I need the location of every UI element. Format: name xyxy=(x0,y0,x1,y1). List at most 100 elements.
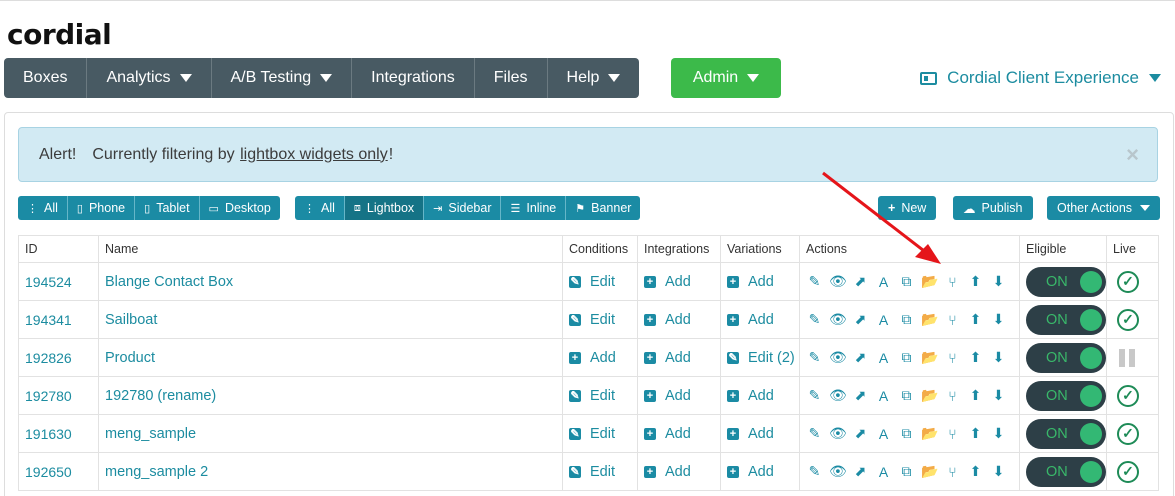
nav-help[interactable]: Help xyxy=(548,58,640,98)
row-conditions[interactable]: ✎ Edit xyxy=(562,262,638,301)
folder-icon[interactable]: 📂 xyxy=(921,425,938,442)
edit-icon[interactable]: ✎ xyxy=(806,273,823,290)
copy-icon[interactable]: ⧉ xyxy=(898,463,915,480)
type-filter-banner[interactable]: ⚑ Banner xyxy=(566,196,641,220)
branch-icon[interactable]: ⑂ xyxy=(944,312,961,328)
nav-integrations[interactable]: Integrations xyxy=(352,58,475,98)
arrow-up-icon[interactable]: ⬆ xyxy=(967,273,984,290)
publish-button[interactable]: ☁ Publish xyxy=(953,196,1033,220)
copy-icon[interactable]: ⧉ xyxy=(898,425,915,442)
font-icon[interactable]: A xyxy=(875,388,892,404)
eye-icon[interactable]: 👁 xyxy=(829,311,847,328)
device-filter-tablet[interactable]: ▯ Tablet xyxy=(135,196,200,220)
branch-icon[interactable]: ⑂ xyxy=(944,388,961,404)
eye-icon[interactable]: 👁 xyxy=(829,387,847,404)
row-variations[interactable]: ✎ Edit (2) xyxy=(720,338,800,377)
external-link-icon[interactable]: ⬈ xyxy=(852,311,869,328)
font-icon[interactable]: A xyxy=(875,426,892,442)
row-variations[interactable]: + Add xyxy=(720,300,800,339)
font-icon[interactable]: A xyxy=(875,350,892,366)
row-id[interactable]: 194341 xyxy=(18,300,99,339)
arrow-up-icon[interactable]: ⬆ xyxy=(967,349,984,366)
folder-icon[interactable]: 📂 xyxy=(921,387,938,404)
edit-icon[interactable]: ✎ xyxy=(806,425,823,442)
row-integrations[interactable]: + Add xyxy=(637,300,721,339)
eligible-toggle[interactable]: ON xyxy=(1026,380,1106,411)
row-name[interactable]: meng_sample 2 xyxy=(98,452,563,491)
row-name[interactable]: Sailboat xyxy=(98,300,563,339)
arrow-down-icon[interactable]: ⬇ xyxy=(990,387,1007,404)
row-variations[interactable]: + Add xyxy=(720,414,800,453)
row-name[interactable]: 192780 (rename) xyxy=(98,376,563,415)
admin-button[interactable]: Admin xyxy=(671,58,781,98)
folder-icon[interactable]: 📂 xyxy=(921,349,938,366)
row-conditions[interactable]: ✎ Edit xyxy=(562,376,638,415)
eye-icon[interactable]: 👁 xyxy=(829,349,847,366)
nav-ab-testing[interactable]: A/B Testing xyxy=(212,58,353,98)
row-variations[interactable]: + Add xyxy=(720,452,800,491)
branch-icon[interactable]: ⑂ xyxy=(944,350,961,366)
row-variations[interactable]: + Add xyxy=(720,376,800,415)
arrow-down-icon[interactable]: ⬇ xyxy=(990,311,1007,328)
row-conditions[interactable]: ✎ Edit xyxy=(562,452,638,491)
close-icon[interactable]: × xyxy=(1126,142,1139,168)
row-name[interactable]: Blange Contact Box xyxy=(98,262,563,301)
row-conditions[interactable]: ✎ Edit xyxy=(562,300,638,339)
row-id[interactable]: 194524 xyxy=(18,262,99,301)
external-link-icon[interactable]: ⬈ xyxy=(852,273,869,290)
eligible-toggle[interactable]: ON xyxy=(1026,418,1106,449)
type-filter-sidebar[interactable]: ⇥ Sidebar xyxy=(424,196,502,220)
branch-icon[interactable]: ⑂ xyxy=(944,464,961,480)
row-name[interactable]: Product xyxy=(98,338,563,377)
device-filter-all[interactable]: ⋮ All xyxy=(18,196,68,220)
folder-icon[interactable]: 📂 xyxy=(921,273,938,290)
eligible-toggle[interactable]: ON xyxy=(1026,456,1106,487)
external-link-icon[interactable]: ⬈ xyxy=(852,463,869,480)
other-actions-button[interactable]: Other Actions xyxy=(1047,196,1161,220)
lightbox-filter-link[interactable]: lightbox widgets only xyxy=(240,146,388,164)
eye-icon[interactable]: 👁 xyxy=(829,273,847,290)
row-variations[interactable]: + Add xyxy=(720,262,800,301)
arrow-up-icon[interactable]: ⬆ xyxy=(967,463,984,480)
folder-icon[interactable]: 📂 xyxy=(921,311,938,328)
row-integrations[interactable]: + Add xyxy=(637,452,721,491)
row-id[interactable]: 191630 xyxy=(18,414,99,453)
row-integrations[interactable]: + Add xyxy=(637,414,721,453)
edit-icon[interactable]: ✎ xyxy=(806,311,823,328)
nav-analytics[interactable]: Analytics xyxy=(87,58,212,98)
row-conditions[interactable]: + Add xyxy=(562,338,638,377)
external-link-icon[interactable]: ⬈ xyxy=(852,387,869,404)
nav-files[interactable]: Files xyxy=(475,58,548,98)
folder-icon[interactable]: 📂 xyxy=(921,463,938,480)
external-link-icon[interactable]: ⬈ xyxy=(852,349,869,366)
row-id[interactable]: 192780 xyxy=(18,376,99,415)
header-name[interactable]: Name xyxy=(98,235,563,263)
branch-icon[interactable]: ⑂ xyxy=(944,274,961,290)
font-icon[interactable]: A xyxy=(875,274,892,290)
eye-icon[interactable]: 👁 xyxy=(829,425,847,442)
row-integrations[interactable]: + Add xyxy=(637,262,721,301)
new-button[interactable]: + New xyxy=(878,196,937,220)
row-name[interactable]: meng_sample xyxy=(98,414,563,453)
type-filter-lightbox[interactable]: ⧈ Lightbox xyxy=(344,196,425,220)
row-conditions[interactable]: ✎ Edit xyxy=(562,414,638,453)
copy-icon[interactable]: ⧉ xyxy=(898,311,915,328)
row-integrations[interactable]: + Add xyxy=(637,376,721,415)
header-id[interactable]: ID xyxy=(18,235,99,263)
arrow-down-icon[interactable]: ⬇ xyxy=(990,273,1007,290)
edit-icon[interactable]: ✎ xyxy=(806,387,823,404)
arrow-down-icon[interactable]: ⬇ xyxy=(990,349,1007,366)
font-icon[interactable]: A xyxy=(875,464,892,480)
branch-icon[interactable]: ⑂ xyxy=(944,426,961,442)
eligible-toggle[interactable]: ON xyxy=(1026,266,1106,297)
row-id[interactable]: 192650 xyxy=(18,452,99,491)
arrow-up-icon[interactable]: ⬆ xyxy=(967,387,984,404)
client-selector[interactable]: Cordial Client Experience xyxy=(920,68,1161,88)
arrow-up-icon[interactable]: ⬆ xyxy=(967,425,984,442)
eligible-toggle[interactable]: ON xyxy=(1026,342,1106,373)
row-id[interactable]: 192826 xyxy=(18,338,99,377)
device-filter-phone[interactable]: ▯ Phone xyxy=(67,196,136,220)
nav-boxes[interactable]: Boxes xyxy=(4,58,88,98)
eye-icon[interactable]: 👁 xyxy=(829,463,847,480)
arrow-up-icon[interactable]: ⬆ xyxy=(967,311,984,328)
